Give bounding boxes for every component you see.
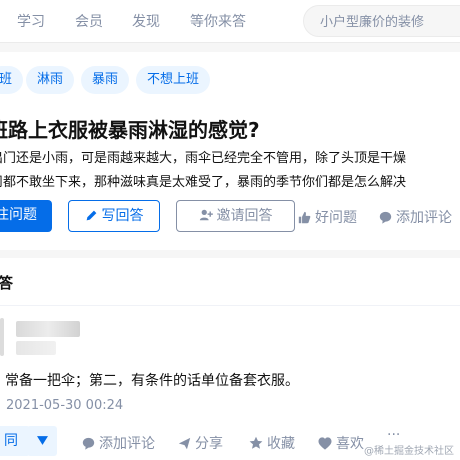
heart-icon xyxy=(318,437,332,450)
comment-icon xyxy=(379,211,392,224)
comment-icon xyxy=(82,437,95,450)
top-nav: 学习 会员 发现 等你来答 xyxy=(0,0,460,43)
answer-count-title: 答 xyxy=(0,274,14,292)
invite-answer-label: 邀请回答 xyxy=(216,208,273,224)
answer-card: 答 常备一把伞；第二，有条件的话单位备套衣服。 2021-05-30 00:24… xyxy=(0,258,460,460)
topic-tag[interactable]: 暴雨 xyxy=(81,66,130,94)
search-input[interactable] xyxy=(318,11,460,33)
answer-comment-label: 添加评论 xyxy=(99,436,155,452)
star-icon xyxy=(249,436,263,449)
pencil-icon xyxy=(86,210,96,221)
follow-question-label: 注问题 xyxy=(0,207,37,223)
add-user-icon xyxy=(199,209,213,221)
answer-comment-button[interactable]: 添加评论 xyxy=(82,433,155,453)
follow-question-button[interactable]: 注问题 xyxy=(0,200,52,232)
nav-item-waiting-answers[interactable]: 等你来答 xyxy=(190,11,246,31)
description-line: 出门还是小雨，可是雨越来越大，雨伞已经完全不管用，除了头顶是干燥 xyxy=(0,151,407,166)
like-label: 喜欢 xyxy=(336,436,364,452)
good-question-label: 好问题 xyxy=(315,210,357,226)
downvote-button[interactable] xyxy=(27,426,57,456)
share-button[interactable]: 分享 xyxy=(178,433,223,453)
topic-tag[interactable]: 不想上班 xyxy=(136,66,211,94)
add-comment-button[interactable]: 添加评论 xyxy=(379,207,452,227)
upvote-button[interactable]: 同 xyxy=(0,426,30,456)
topic-tag[interactable]: 班 xyxy=(0,66,24,94)
more-icon: ··· xyxy=(387,427,401,443)
description-line: 司都不敢坐下来，那种滋味真是太难受了，暴雨的季节你们都是怎么解决 xyxy=(0,175,407,190)
thumbs-up-icon xyxy=(298,211,311,224)
author-name-blurred xyxy=(16,321,80,337)
share-label: 分享 xyxy=(195,436,223,452)
favorite-button[interactable]: 收藏 xyxy=(249,433,295,453)
write-answer-label: 写回答 xyxy=(101,208,144,224)
question-title[interactable]: 班路上衣服被暴雨淋湿的感觉? xyxy=(0,114,260,143)
topic-tag[interactable]: 淋雨 xyxy=(26,66,75,94)
answer-date[interactable]: 2021-05-30 00:24 xyxy=(6,398,123,413)
invite-answer-button[interactable]: 邀请回答 xyxy=(176,200,295,232)
upvote-label: 同 xyxy=(4,433,18,449)
write-answer-button[interactable]: 写回答 xyxy=(68,200,160,232)
more-button[interactable]: ··· xyxy=(387,427,400,443)
add-comment-label: 添加评论 xyxy=(396,210,452,226)
search-box xyxy=(303,5,460,37)
answer-content[interactable]: 常备一把伞；第二，有条件的话单位备套衣服。 xyxy=(5,370,299,390)
question-description: 出门还是小雨，可是雨越来越大，雨伞已经完全不管用，除了头顶是干燥 司都不敢坐下来… xyxy=(0,147,406,195)
nav-item-discover[interactable]: 发现 xyxy=(132,11,160,31)
avatar[interactable] xyxy=(0,318,4,356)
watermark: @稀土掘金技术社区 xyxy=(364,446,454,457)
good-question-button[interactable]: 好问题 xyxy=(298,207,357,227)
share-icon xyxy=(178,437,191,450)
question-card: 班 淋雨 暴雨 不想上班 班路上衣服被暴雨淋湿的感觉? 出门还是小雨，可是雨越来… xyxy=(0,52,460,250)
favorite-label: 收藏 xyxy=(267,436,295,452)
answer-list-header: 答 xyxy=(0,258,460,306)
like-button[interactable]: 喜欢 xyxy=(318,433,364,453)
caret-down-icon xyxy=(36,436,48,445)
author-bio-blurred xyxy=(16,341,56,355)
nav-item-member[interactable]: 会员 xyxy=(75,11,103,31)
nav-item-learn[interactable]: 学习 xyxy=(17,11,45,31)
